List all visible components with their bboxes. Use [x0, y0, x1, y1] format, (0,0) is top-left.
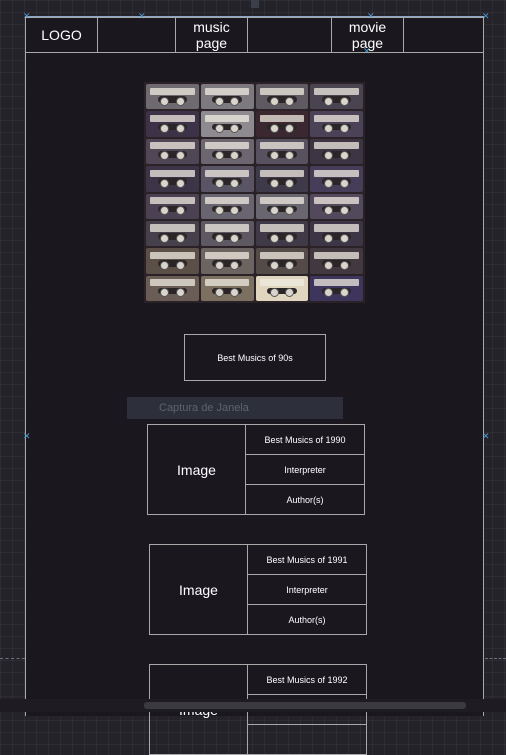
- guide-line-right: [485, 658, 506, 659]
- cassette-tile: [310, 84, 363, 110]
- card-image-label: Image: [179, 581, 218, 598]
- cassette-tile: [200, 111, 254, 137]
- card-image-placeholder: Image: [150, 545, 248, 634]
- section-title-box: Best Musics of 90s: [184, 334, 326, 381]
- cassette-tile: [200, 84, 254, 110]
- card-interpreter: Interpreter: [248, 575, 366, 605]
- cassette-tile: [310, 138, 363, 165]
- cassette-tile: [146, 275, 199, 301]
- canvas-top-handle[interactable]: [251, 0, 259, 8]
- card-title: Best Musics of 1992: [248, 665, 366, 695]
- card-image-label: Image: [177, 461, 216, 478]
- cassette-tile: [255, 248, 309, 274]
- cassette-tile: [310, 193, 363, 219]
- tooltip-text: Captura de Janela: [159, 402, 249, 414]
- cassette-tile: [200, 220, 254, 247]
- nav-link-music-label: music page: [193, 19, 230, 51]
- logo[interactable]: LOGO: [25, 17, 98, 53]
- resize-handle-right[interactable]: ✕: [482, 432, 490, 441]
- nav-link-movie-page[interactable]: movie page: [331, 17, 404, 53]
- cassette-tile: [255, 275, 309, 301]
- nav-spacer-left: [97, 17, 176, 53]
- card-authors: Author(s): [286, 494, 324, 505]
- nav-link-movie-label: movie page: [348, 19, 387, 51]
- cassette-tile: [310, 220, 363, 247]
- cassette-tile: [146, 138, 199, 165]
- card-image-placeholder: Image: [148, 425, 246, 514]
- card-authors: [248, 725, 366, 754]
- card-info: Best Musics of 1990 Interpreter Author(s…: [246, 425, 364, 514]
- cassette-tile: [200, 138, 254, 165]
- cassette-tile: [255, 111, 309, 137]
- cassette-tile: [146, 248, 199, 274]
- cassette-tile: [146, 193, 199, 219]
- cassette-tile: [200, 275, 254, 301]
- cassette-tile: [200, 166, 254, 192]
- card-title: Best Musics of 1991: [248, 545, 366, 575]
- cassette-tile: [200, 193, 254, 219]
- cassette-tile: [255, 84, 309, 110]
- cassette-tile: [146, 84, 199, 110]
- logo-text: LOGO: [41, 27, 82, 43]
- music-card-1991[interactable]: Image Best Musics of 1991 Interpreter Au…: [149, 544, 367, 635]
- cassette-tile: [255, 193, 309, 219]
- music-card-1990[interactable]: Image Best Musics of 1990 Interpreter Au…: [147, 424, 365, 515]
- scrollbar-thumb[interactable]: [144, 702, 466, 709]
- card-title: Best Musics of 1990: [246, 425, 364, 455]
- cassette-tile: [310, 111, 363, 137]
- card-info: Best Musics of 1991 Interpreter Author(s…: [248, 545, 366, 634]
- cassette-tile: [310, 275, 363, 301]
- nav-spacer-middle: [247, 17, 332, 53]
- window-capture-tooltip: Captura de Janela: [127, 397, 343, 419]
- cassette-tile: [146, 166, 199, 192]
- cassette-tile: [310, 248, 363, 274]
- cassette-collection-image: [144, 82, 365, 303]
- cassette-tile: [255, 166, 309, 192]
- nav-spacer-right: [403, 17, 484, 53]
- cassette-tile: [146, 220, 199, 247]
- card-authors: Author(s): [288, 614, 326, 625]
- cassette-tile: [255, 220, 309, 247]
- cassette-tile: [146, 111, 199, 137]
- cassette-tile: [200, 248, 254, 274]
- horizontal-scrollbar[interactable]: [0, 699, 506, 712]
- section-title: Best Musics of 90s: [217, 352, 293, 363]
- cassette-tile: [310, 166, 363, 192]
- card-interpreter: Interpreter: [246, 455, 364, 485]
- cassette-tile: [255, 138, 309, 165]
- guide-line-left: [0, 658, 25, 659]
- nav-link-music-page[interactable]: music page: [175, 17, 248, 53]
- resize-handle-left[interactable]: ✕: [23, 432, 31, 441]
